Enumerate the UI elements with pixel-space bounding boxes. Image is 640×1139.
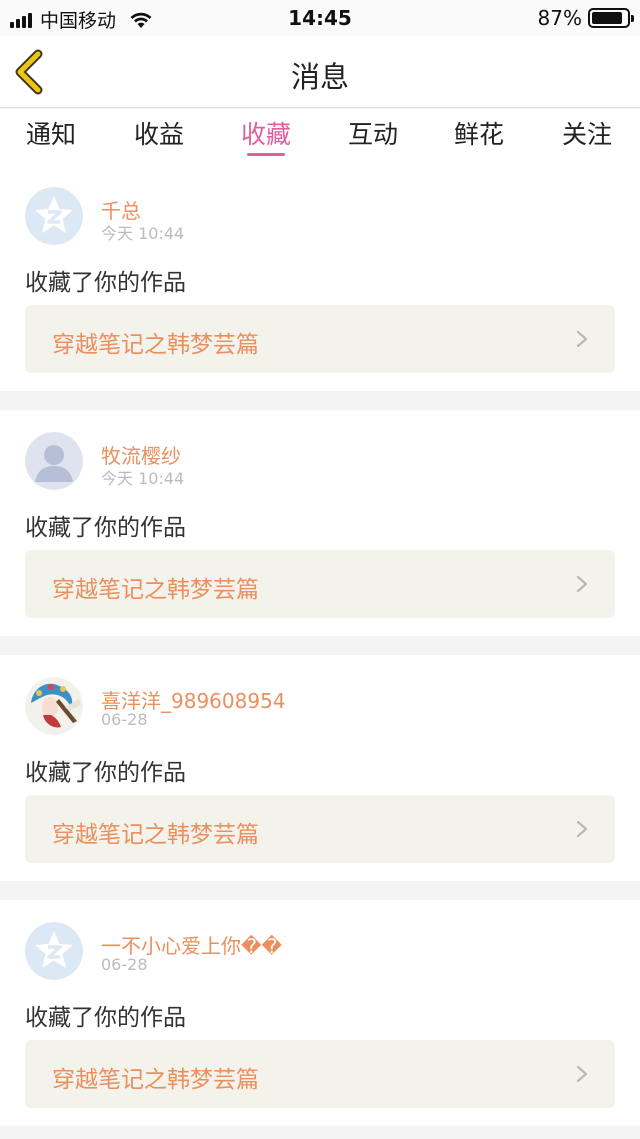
tab-flowers[interactable]: 鲜花 xyxy=(454,115,504,151)
battery-fill xyxy=(592,12,622,24)
avatar[interactable] xyxy=(25,677,83,735)
timestamp: 06-28 xyxy=(101,710,148,729)
chevron-right-icon xyxy=(576,820,588,838)
work-link[interactable]: 穿越笔记之韩梦芸篇 xyxy=(25,1040,615,1108)
nav-bar: 消息 xyxy=(0,36,640,108)
tab-notifications[interactable]: 通知 xyxy=(26,115,76,151)
chevron-right-icon xyxy=(576,1065,588,1083)
status-right: 87% xyxy=(537,6,634,30)
avatar[interactable] xyxy=(25,432,83,490)
battery-icon xyxy=(588,8,634,28)
work-title: 穿越笔记之韩梦芸篇 xyxy=(52,577,259,603)
tab-following[interactable]: 关注 xyxy=(562,115,612,151)
tab-earnings[interactable]: 收益 xyxy=(134,115,184,151)
work-link[interactable]: 穿越笔记之韩梦芸篇 xyxy=(25,795,615,863)
avatar[interactable] xyxy=(25,187,83,245)
timestamp: 今天 10:44 xyxy=(101,224,185,243)
chevron-right-icon xyxy=(576,575,588,593)
work-title: 穿越笔记之韩梦芸篇 xyxy=(52,332,259,358)
active-tab-indicator xyxy=(247,153,285,156)
battery-percent: 87% xyxy=(537,6,582,30)
work-link[interactable]: 穿越笔记之韩梦芸篇 xyxy=(25,305,615,373)
work-link[interactable]: 穿越笔记之韩梦芸篇 xyxy=(25,550,615,618)
action-text: 收藏了你的作品 xyxy=(25,1005,186,1031)
message-card: 一不小心爱上你�� 06-28 收藏了你的作品 穿越笔记之韩梦芸篇 xyxy=(0,900,640,1126)
tab-favorites[interactable]: 收藏 xyxy=(241,115,291,151)
work-title: 穿越笔记之韩梦芸篇 xyxy=(52,1067,259,1093)
qq-default-avatar-icon xyxy=(25,922,83,980)
page-title: 消息 xyxy=(290,60,349,94)
status-bar: 中国移动 14:45 87% xyxy=(0,0,640,36)
default-person-avatar-icon xyxy=(25,432,83,490)
message-card: 千总 今天 10:44 收藏了你的作品 穿越笔记之韩梦芸篇 xyxy=(0,165,640,391)
tab-interactions[interactable]: 互动 xyxy=(348,115,398,151)
action-text: 收藏了你的作品 xyxy=(25,760,186,786)
tab-bar: 通知 收益 收藏 互动 鲜花 关注 xyxy=(0,109,640,165)
chevron-right-icon xyxy=(576,330,588,348)
action-text: 收藏了你的作品 xyxy=(25,270,186,296)
qq-default-avatar-icon xyxy=(25,187,83,245)
work-title: 穿越笔记之韩梦芸篇 xyxy=(52,822,259,848)
opera-character-avatar xyxy=(25,677,83,735)
avatar[interactable] xyxy=(25,922,83,980)
message-card: 牧流樱纱 今天 10:44 收藏了你的作品 穿越笔记之韩梦芸篇 xyxy=(0,410,640,636)
timestamp: 06-28 xyxy=(101,955,148,974)
timestamp: 今天 10:44 xyxy=(101,469,185,488)
message-card: 喜洋洋_989608954 06-28 收藏了你的作品 穿越笔记之韩梦芸篇 xyxy=(0,655,640,881)
action-text: 收藏了你的作品 xyxy=(25,515,186,541)
